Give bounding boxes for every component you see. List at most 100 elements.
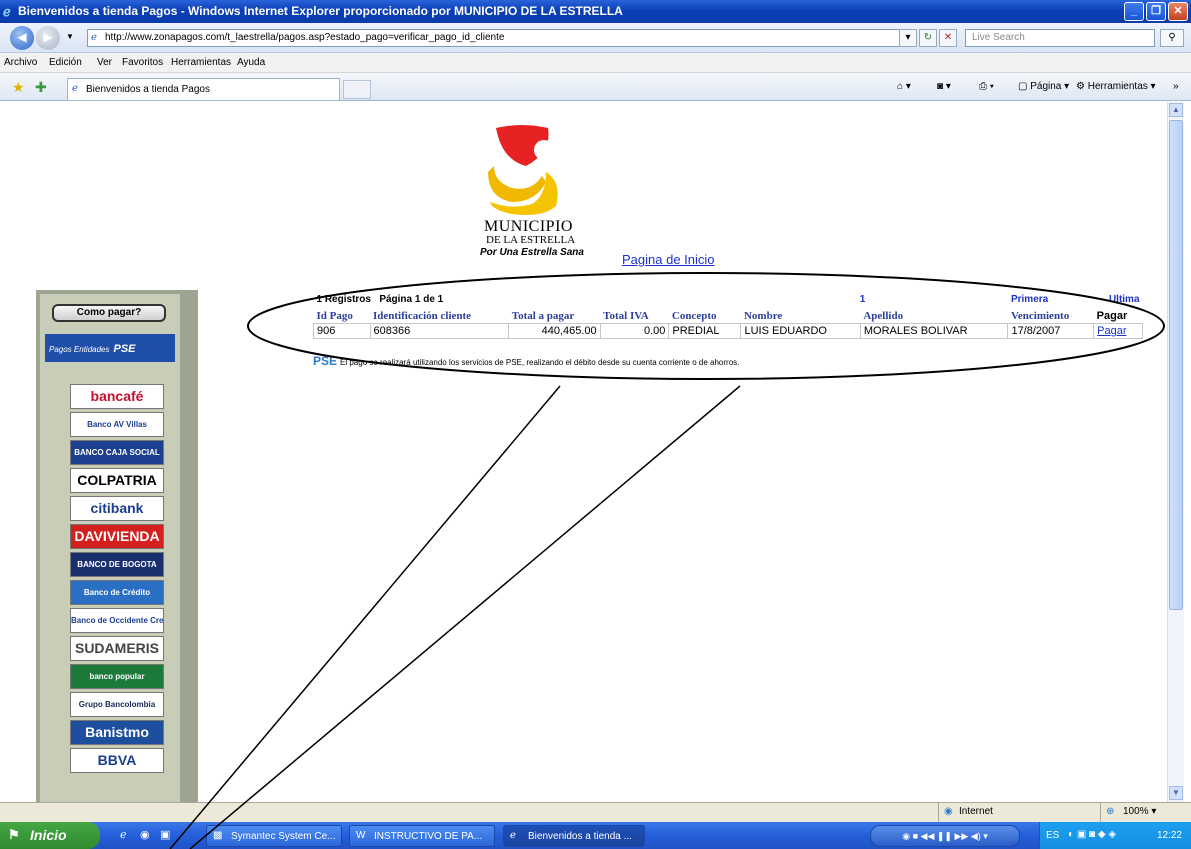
slogan: Por Una Estrella Sana	[480, 247, 584, 258]
page-menu[interactable]: ▢ Página ▾	[1018, 81, 1069, 92]
pse-banner[interactable]: Pagos Entidades PSE	[45, 334, 175, 362]
window-title: Bienvenidos a tienda Pagos - Windows Int…	[18, 4, 623, 18]
minimize-button[interactable]: _	[1124, 2, 1144, 21]
window-title-bar: ℯ Bienvenidos a tienda Pagos - Windows I…	[0, 0, 1191, 23]
bank-logo-9[interactable]: Banco de Occidente Credencial	[70, 608, 164, 633]
menu-edicion[interactable]: Edición	[49, 57, 82, 68]
task-bienvenidos[interactable]: ℯ Bienvenidos a tienda ...	[503, 825, 645, 847]
table-cell: PREDIAL	[668, 323, 742, 339]
menu-bar: Archivo Edición Ver Favoritos Herramient…	[0, 53, 1191, 73]
language-indicator[interactable]: ES	[1046, 830, 1059, 841]
zoom-control[interactable]: ⊕ 100% ▾	[1100, 803, 1190, 823]
bank-logo-11[interactable]: banco popular	[70, 664, 164, 689]
bank-logo-4[interactable]: COLPATRIA	[70, 468, 164, 493]
col-header-1: Id Pago	[316, 310, 353, 322]
first-page-link[interactable]: Primera	[1008, 290, 1094, 309]
ie-task-icon: ℯ	[510, 830, 516, 841]
page-number-link[interactable]: 1	[600, 290, 1008, 309]
system-tray: ES ◐ ▣ ◙ ◆ ◈ 12:22	[1039, 822, 1191, 849]
history-dropdown-icon[interactable]: ▼	[66, 32, 74, 41]
search-input[interactable]: Live Search	[965, 29, 1155, 47]
forward-button[interactable]: ▶	[36, 26, 60, 50]
payments-table: 1 Registros Página 1 de 1 1 Primera Ulti…	[313, 290, 1143, 339]
bank-logo-8[interactable]: Banco de Crédito	[70, 580, 164, 605]
col-header-5: Concepto	[671, 310, 717, 322]
task-instructivo-label: INSTRUCTIVO DE PA...	[374, 831, 483, 842]
search-icon[interactable]: ⚲	[1160, 29, 1184, 47]
task-instructivo[interactable]: W INSTRUCTIVO DE PA...	[349, 825, 495, 847]
pse-brand: PSE	[113, 343, 136, 355]
bank-logo-5[interactable]: citibank	[70, 496, 164, 521]
vertical-scrollbar[interactable]: ▲ ▼	[1167, 102, 1184, 802]
bank-logo-14[interactable]: BBVA	[70, 748, 164, 773]
start-label: Inicio	[30, 827, 67, 843]
media-player-controls[interactable]: ◉ ■ ◀◀ ❚❚ ▶▶ ◀) ▾	[870, 825, 1020, 847]
home-icon[interactable]: ⌂ ▾	[897, 81, 911, 92]
quicklaunch-ie-icon[interactable]: ℯ	[120, 828, 127, 841]
zoom-icon: ⊕	[1106, 806, 1115, 817]
refresh-icon[interactable]: ↻	[919, 29, 937, 47]
home-link[interactable]: Pagina de Inicio	[622, 252, 715, 267]
back-button[interactable]: ◀	[10, 26, 34, 50]
tray-icons[interactable]: ◐ ▣ ◙ ◆ ◈	[1068, 829, 1116, 840]
quicklaunch-desktop-icon[interactable]: ▣	[160, 828, 170, 841]
scroll-up-icon[interactable]: ▲	[1169, 103, 1183, 117]
pse-logo-icon: PSE	[313, 354, 338, 368]
symantec-icon: ▩	[213, 830, 223, 841]
feeds-icon[interactable]: ◙ ▾	[937, 81, 951, 92]
table-header-row: Id Pago Identificación cliente Total a pag…	[314, 309, 1143, 324]
tab-bienvenidos[interactable]: ℯ Bienvenidos a tienda Pagos	[67, 78, 340, 100]
close-button[interactable]: ✕	[1168, 2, 1188, 21]
address-url: http://www.zonapagos.com/t_laestrella/pa…	[105, 32, 505, 43]
payment-sidebar: Como pagar? Pagos Entidades PSE bancafé Ba…	[36, 290, 198, 802]
bank-logo-3[interactable]: BANCO CAJA SOCIAL	[70, 440, 164, 465]
como-pagar-button[interactable]: Como pagar?	[52, 304, 166, 322]
task-symantec[interactable]: ▩ Symantec System Ce...	[206, 825, 342, 847]
table-cell: 440,465.00	[508, 323, 601, 339]
bank-logo-13[interactable]: Banistmo	[70, 720, 164, 745]
address-dropdown-icon[interactable]: ▾	[899, 29, 917, 47]
bank-logo-10[interactable]: SUDAMERIS	[70, 636, 164, 661]
pse-banner-label: Pagos Entidades	[49, 345, 110, 354]
ie-icon: ℯ	[3, 4, 11, 19]
pagar-link[interactable]: Pagar	[1093, 323, 1143, 339]
scroll-thumb[interactable]	[1169, 120, 1183, 610]
toolbar-overflow-icon[interactable]: »	[1173, 81, 1179, 92]
pse-note: PSE El pago se realizará utilizando los s…	[313, 354, 873, 368]
maximize-button[interactable]: ❐	[1146, 2, 1166, 21]
bank-logo-7[interactable]: BANCO DE BOGOTA	[70, 552, 164, 577]
favorites-star-icon[interactable]: ★	[12, 79, 25, 96]
menu-favoritos[interactable]: Favoritos	[122, 57, 163, 68]
bank-logo-6[interactable]: DAVIVIENDA	[70, 524, 164, 549]
menu-ayuda[interactable]: Ayuda	[237, 57, 265, 68]
tab-label: Bienvenidos a tienda Pagos	[86, 84, 210, 95]
start-button[interactable]: ⚑ Inicio	[0, 822, 100, 849]
bank-logo-1[interactable]: bancafé	[70, 384, 164, 409]
col-header-7: Apellido	[863, 310, 904, 322]
last-page-link[interactable]: Ultima	[1094, 290, 1143, 309]
page-indicator: Página 1 de 1	[379, 294, 444, 305]
scroll-down-icon[interactable]: ▼	[1169, 786, 1183, 800]
table-cell: 17/8/2007	[1007, 323, 1095, 339]
table-body: 906 608366 440,465.00 0.00 PREDIAL LUIS EDUAR…	[313, 323, 1143, 339]
col-header-6: Nombre	[743, 310, 783, 322]
menu-herramientas[interactable]: Herramientas	[171, 57, 231, 68]
zone-label: Internet	[959, 806, 993, 817]
globe-icon: ◉	[944, 806, 953, 817]
security-zone: ◉ Internet	[938, 803, 1088, 823]
task-symantec-label: Symantec System Ce...	[231, 831, 336, 842]
menu-archivo[interactable]: Archivo	[4, 57, 37, 68]
print-icon[interactable]: ⎙ ▾	[979, 81, 994, 92]
menu-ver[interactable]: Ver	[97, 57, 112, 68]
bank-logo-2[interactable]: Banco AV Villas	[70, 412, 164, 437]
tools-menu[interactable]: ⚙ Herramientas ▾	[1076, 81, 1156, 92]
municipio-logo	[488, 125, 558, 215]
bank-logo-12[interactable]: Grupo Bancolombia	[70, 692, 164, 717]
address-field[interactable]: ℯ http://www.zonapagos.com/t_laestrella/…	[87, 29, 905, 47]
stop-icon[interactable]: ✕	[939, 29, 957, 47]
add-favorites-icon[interactable]: ✚	[35, 79, 47, 96]
quicklaunch-media-icon[interactable]: ◉	[140, 828, 150, 841]
col-header-4: Total IVA	[603, 310, 649, 322]
table-cell: MORALES BOLIVAR	[859, 323, 1009, 339]
new-tab-button[interactable]	[343, 80, 371, 99]
